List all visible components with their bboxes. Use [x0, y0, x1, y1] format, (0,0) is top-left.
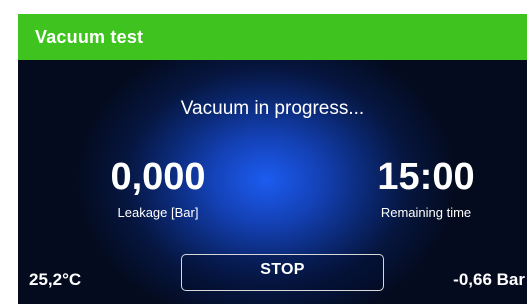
stop-button[interactable]: STOP	[181, 254, 384, 291]
screen-title: Vacuum test	[35, 27, 144, 47]
main-panel: Vacuum in progress... 0,000 Leakage [Bar…	[18, 60, 527, 304]
leakage-label: Leakage [Bar]	[117, 205, 199, 220]
temperature-readout: 25,2°C	[29, 270, 82, 289]
remaining-time-label: Remaining time	[380, 205, 472, 220]
pressure-readout: -0,66 Bar	[453, 270, 525, 289]
leakage-value: 0,000	[110, 156, 206, 198]
vacuum-test-screen: Vacuum test Vacuum in progress... 0,000 …	[18, 14, 527, 304]
status-message: Vacuum in progress...	[180, 98, 365, 119]
remaining-time-value: 15:00	[377, 156, 475, 198]
title-bar: Vacuum test	[18, 14, 527, 60]
